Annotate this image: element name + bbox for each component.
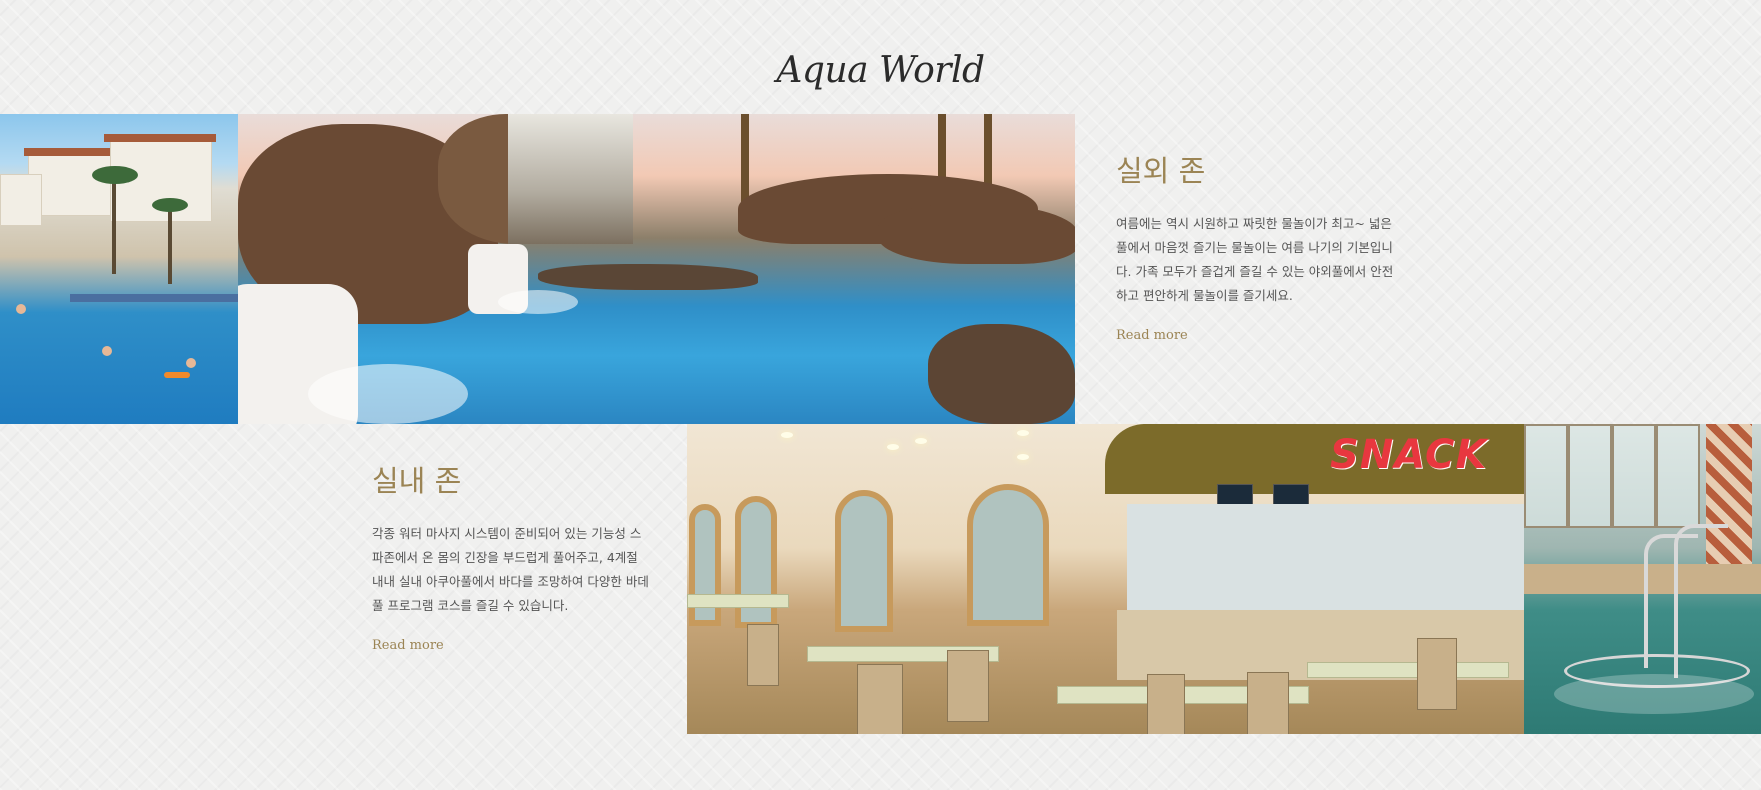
outdoor-zone-description: 여름에는 역시 시원하고 짜릿한 물놀이가 최고~ 넓은 풀에서 마음껏 즐기는…	[1116, 216, 1394, 303]
outdoor-pool-photo	[0, 114, 238, 424]
snack-sign: SNACK	[1330, 432, 1488, 478]
indoor-spa-photo	[1524, 424, 1761, 734]
outdoor-zone-title: 실외 존	[1116, 154, 1206, 188]
indoor-zone-title: 실내 존	[372, 464, 462, 498]
outdoor-waterslide-photo	[238, 114, 1075, 424]
section-title: Aqua World	[776, 50, 985, 91]
indoor-snack-bar-photo: SNACK	[687, 424, 1524, 734]
indoor-zone-block: 실내 존 각종 워터 마사지 시스템이 준비되어 있는 기능성 스파존에서 온 …	[372, 458, 652, 653]
indoor-read-more-link[interactable]: Read more	[372, 638, 444, 653]
indoor-zone-description: 각종 워터 마사지 시스템이 준비되어 있는 기능성 스파존에서 온 몸의 긴장…	[372, 526, 649, 613]
outdoor-read-more-link[interactable]: Read more	[1116, 328, 1188, 343]
outdoor-zone-block: 실외 존 여름에는 역시 시원하고 짜릿한 물놀이가 최고~ 넓은 풀에서 마음…	[1116, 148, 1396, 343]
